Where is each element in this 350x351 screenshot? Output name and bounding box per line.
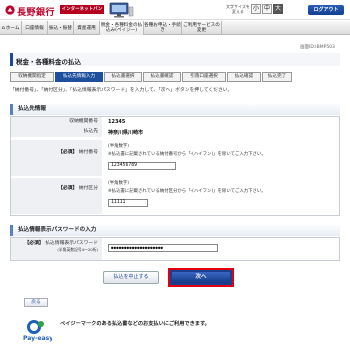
main-nav: ⌂ ホーム 口座情報 振込・振替 資産運用 税金・各種料金の払込み(ペイジー) … xyxy=(0,21,350,35)
nav-tax-payment[interactable]: 税金・各種料金の払込み(ペイジー) xyxy=(100,21,144,35)
bank-name: 長野銀行 xyxy=(17,8,56,18)
payee-section-title: 払込先情報 xyxy=(10,104,340,115)
screen-id: 画面ID:IBMP503 xyxy=(300,45,335,50)
step-5: 引落口座選択 xyxy=(182,72,226,82)
text-size-label: 文字サイズを変える xyxy=(226,4,250,14)
internet-banking-banner: インターネットバンキング xyxy=(60,5,104,21)
step-7: 払込完了 xyxy=(262,72,292,82)
instruction-text: 「納付番号」、「納付区分」、「払込情報表示パスワード」を入力して、「次へ」ボタン… xyxy=(10,88,233,93)
next-button[interactable]: 次へ xyxy=(168,268,234,287)
nav-transfer[interactable]: 振込・振替 xyxy=(48,21,74,35)
payee-label: 払込先 xyxy=(11,127,102,137)
payment-class-instruction: ※払込書に記載されている納付区分から「-(ハイフン)」を除いてご入力下さい。 xyxy=(108,189,266,194)
agency-number-value: 12345 xyxy=(108,119,126,125)
payment-number-input[interactable]: 123456789 xyxy=(108,162,176,170)
step-3: 払込書選択 xyxy=(104,72,142,82)
step-4: 払込書確認 xyxy=(143,72,181,82)
payment-number-instruction: ※払込書に記載されている納付番号から「-(ハイフン)」を除いてご入力下さい。 xyxy=(108,152,266,157)
agency-number-label: 収納機関番号 xyxy=(11,117,102,127)
password-label: 払込情報表示パスワード xyxy=(45,241,98,246)
payment-number-label-cell: 【必須】 納付番号 xyxy=(11,140,102,176)
nav-service-change[interactable]: ご利用サービスの変更 xyxy=(182,21,222,35)
bank-logo-icon xyxy=(5,5,15,15)
password-input[interactable]: ●●●●●●●●●●●●●●●●●●●● xyxy=(108,244,218,252)
step-1: 収納機関指定 xyxy=(10,72,54,82)
required-tag: 【必須】 xyxy=(24,241,44,246)
text-size-large-button[interactable]: 大 xyxy=(273,4,283,14)
nav-label: ご利用サービスの変更 xyxy=(183,23,220,33)
nav-home[interactable]: ⌂ ホーム xyxy=(0,21,22,35)
payment-class-label: 納付区分 xyxy=(78,186,98,191)
svg-text:Pay-easy: Pay-easy xyxy=(23,335,52,342)
cancel-payment-button[interactable]: 払込を中止する xyxy=(103,271,159,284)
nav-asset-management[interactable]: 資産運用 xyxy=(74,21,100,35)
password-format-hint: (半角英数記号4～20桁) xyxy=(57,247,98,252)
nav-label: 口座情報 xyxy=(25,25,44,31)
nav-label: 各種お申込・手続き xyxy=(144,23,181,33)
nav-account-info[interactable]: 口座情報 xyxy=(22,21,48,35)
required-tag: 【必須】 xyxy=(58,186,78,191)
next-button-label: 次へ xyxy=(172,272,230,283)
home-icon: ⌂ xyxy=(1,24,5,31)
page-title: 税金・各種料金の払込 xyxy=(16,58,81,66)
required-tag: 【必須】 xyxy=(58,150,78,155)
back-button[interactable]: 戻る xyxy=(24,298,48,307)
nav-label: 振込・振替 xyxy=(49,25,72,31)
text-size-medium-button[interactable]: 中 xyxy=(262,4,272,14)
password-label-cell: 【必須】 払込情報表示パスワード (半角英数記号4～20桁) xyxy=(11,238,102,260)
nav-applications[interactable]: 各種お申込・手続き xyxy=(144,21,182,35)
monitor-icon xyxy=(109,2,134,18)
logout-button[interactable]: ログアウト xyxy=(308,5,344,15)
nav-label: 資産運用 xyxy=(77,25,96,31)
nav-label: ホーム xyxy=(5,25,20,31)
nav-label: 税金・各種料金の払込み(ペイジー) xyxy=(100,23,143,33)
text-size-small-button[interactable]: 小 xyxy=(251,4,261,14)
payment-number-label: 納付番号 xyxy=(78,150,98,155)
payment-class-input[interactable]: 11111 xyxy=(108,199,148,207)
payeasy-logo-icon: Pay-easy xyxy=(23,320,52,342)
step-6: 払込確認 xyxy=(227,72,261,82)
payment-class-format-hint: (半角数字) xyxy=(108,181,129,186)
payeasy-note: ペイジーマークのある払込書などのお支払いにご利用できます。 xyxy=(60,321,210,327)
payment-number-format-hint: (半角数字) xyxy=(108,144,129,149)
password-section-title: 払込情報表示パスワードの入力 xyxy=(10,225,340,236)
payee-name-value: 神奈川県川崎市 xyxy=(108,130,144,136)
payment-class-label-cell: 【必須】 納付区分 xyxy=(11,178,102,214)
step-2-current: 払込先情報入力 xyxy=(55,72,103,82)
